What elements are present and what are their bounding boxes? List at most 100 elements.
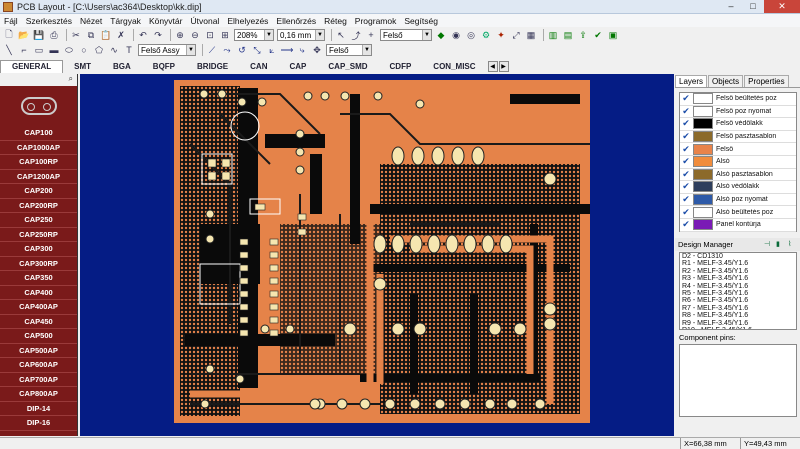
component-item[interactable]: CAP100RP: [0, 155, 77, 170]
undo-icon[interactable]: ↶: [137, 29, 149, 41]
layer-row[interactable]: ✔ Alsó pasztasablon: [680, 168, 796, 182]
design-manager-item[interactable]: R2 - MELF-3.45/Y1.6: [680, 268, 796, 275]
layer-color-swatch[interactable]: [693, 206, 713, 218]
tab-can[interactable]: CAN: [239, 62, 278, 71]
route-auto-icon[interactable]: ⤷: [296, 44, 308, 56]
design-manager-item[interactable]: R7 - MELF-3.45/Y1.6: [680, 305, 796, 312]
design-manager-item[interactable]: R1 - MELF-3.45/Y1.6: [680, 260, 796, 267]
component-item[interactable]: CAP1200AP: [0, 170, 77, 184]
layer-visibility-checkbox[interactable]: ✔: [680, 93, 692, 104]
design-manager-item[interactable]: R6 - MELF-3.45/Y1.6: [680, 297, 796, 304]
zoom-window-icon[interactable]: ⊡: [204, 29, 216, 41]
layer-row[interactable]: ✔ Alsó poz nyomat: [680, 194, 796, 207]
menu-objects[interactable]: Tárgyak: [106, 16, 145, 26]
component-item[interactable]: CAP400: [0, 286, 77, 300]
menu-file[interactable]: Fájl: [0, 16, 22, 26]
component-item[interactable]: CAP400AP: [0, 300, 77, 315]
layer-color-swatch[interactable]: [693, 156, 713, 168]
tab-con-misc[interactable]: CON_MISC: [422, 62, 486, 71]
move-icon[interactable]: ✥: [311, 44, 323, 56]
chart-icon[interactable]: ▥: [547, 29, 559, 41]
layer-visibility-checkbox[interactable]: ✔: [680, 106, 692, 117]
layer-row[interactable]: ✔ Alsó védőlakk: [680, 181, 796, 194]
zoom-out-icon[interactable]: ⊖: [189, 29, 201, 41]
component-item[interactable]: CAP300RP: [0, 257, 77, 271]
zoom-in-icon[interactable]: ⊕: [174, 29, 186, 41]
tab-smt[interactable]: SMT: [63, 62, 102, 71]
layer-visibility-checkbox[interactable]: ✔: [680, 207, 692, 218]
layer-row[interactable]: ✔ Felső: [680, 143, 796, 156]
export-icon[interactable]: ⇪: [577, 29, 589, 41]
layer-visibility-checkbox[interactable]: ✔: [680, 131, 692, 142]
layer-visibility-checkbox[interactable]: ✔: [680, 181, 692, 192]
layer-visibility-checkbox[interactable]: ✔: [680, 156, 692, 167]
layer-row[interactable]: ✔ Alsó: [680, 156, 796, 169]
ellipse-icon[interactable]: ⬭: [63, 44, 75, 56]
layer-row[interactable]: ✔ Felső védőlakk: [680, 118, 796, 131]
minimize-button[interactable]: –: [720, 0, 742, 13]
text-icon[interactable]: T: [123, 44, 135, 56]
component-item[interactable]: CAP800AP: [0, 387, 77, 402]
component-item[interactable]: DIP-16: [0, 416, 77, 431]
layer-visibility-checkbox[interactable]: ✔: [680, 144, 692, 155]
copy-icon[interactable]: ⧉: [85, 29, 97, 41]
tabs-scroll-left-icon[interactable]: ◀: [487, 60, 498, 72]
save-icon[interactable]: 💾: [33, 29, 45, 41]
layer-visibility-checkbox[interactable]: ✔: [680, 169, 692, 180]
design-manager-item[interactable]: R10 - MELF-3.45/Y1.6: [680, 327, 796, 329]
tab-bga[interactable]: BGA: [102, 62, 142, 71]
component-item[interactable]: CAP250: [0, 213, 77, 228]
component-item[interactable]: CAP350: [0, 271, 77, 286]
filled-rect-icon[interactable]: ▬: [48, 44, 60, 56]
component-item[interactable]: DIP-14: [0, 402, 77, 416]
route-straight-icon[interactable]: ⟶: [281, 44, 294, 56]
tab-cap[interactable]: CAP: [279, 62, 318, 71]
menu-check[interactable]: Ellenőrzés: [272, 16, 320, 26]
binoculars-icon[interactable]: ⌕: [69, 74, 73, 86]
component-item[interactable]: CAP200: [0, 184, 77, 199]
add-icon[interactable]: +: [365, 29, 377, 41]
design-manager-item[interactable]: R9 - MELF-3.45/Y1.6: [680, 320, 796, 327]
layer-color-swatch[interactable]: [693, 181, 713, 193]
component-item[interactable]: CAP450: [0, 315, 77, 329]
redo-icon[interactable]: ↷: [152, 29, 164, 41]
open-folder-icon[interactable]: 📂: [18, 29, 30, 41]
menu-help[interactable]: Segítség: [400, 16, 442, 26]
line-icon[interactable]: ╲: [3, 44, 15, 56]
grid-icon[interactable]: ▦: [525, 29, 537, 41]
menu-view[interactable]: Nézet: [76, 16, 106, 26]
layer-visibility-checkbox[interactable]: ✔: [680, 219, 692, 230]
zoom-select[interactable]: 208% ▼: [234, 29, 274, 41]
tab-general[interactable]: GENERAL: [0, 59, 64, 73]
layer-color-swatch[interactable]: [693, 118, 713, 130]
menu-programs[interactable]: Programok: [351, 16, 401, 26]
track-width-select[interactable]: 0,16 mm ▼: [277, 29, 325, 41]
ratsnest-icon[interactable]: ⤢: [510, 29, 522, 41]
route-arc-icon[interactable]: ↺: [236, 44, 248, 56]
maximize-button[interactable]: □: [742, 0, 764, 13]
design-manager-item[interactable]: R8 - MELF-3.45/Y1.6: [680, 312, 796, 319]
component-item[interactable]: CAP500AP: [0, 344, 77, 358]
tab-bqfp[interactable]: BQFP: [142, 62, 186, 71]
circle-icon[interactable]: ○: [78, 44, 90, 56]
route-layer-select[interactable]: Felső ▼: [326, 44, 372, 56]
route-bend-icon[interactable]: ⤳: [221, 44, 233, 56]
check-icon[interactable]: ✔: [592, 29, 604, 41]
layer-row[interactable]: ✔ Panel kontúrja: [680, 219, 796, 232]
new-file-icon[interactable]: 🗋: [3, 29, 15, 41]
via-icon[interactable]: ◉: [450, 29, 462, 41]
menu-library[interactable]: Könyvtár: [145, 16, 187, 26]
active-layer-select[interactable]: Felső ▼: [380, 29, 432, 41]
tabs-scroll-right-icon[interactable]: ▶: [498, 60, 509, 72]
tab-properties[interactable]: Properties: [744, 75, 789, 87]
rectangle-icon[interactable]: ▭: [33, 44, 45, 56]
layer-row[interactable]: ✔ Felső poz nyomat: [680, 105, 796, 119]
hole-icon[interactable]: ◎: [465, 29, 477, 41]
layer-color-swatch[interactable]: [693, 143, 713, 155]
net-icon[interactable]: ⌇: [788, 240, 797, 249]
component-item[interactable]: CAP500: [0, 329, 77, 344]
route-track-icon[interactable]: ⟋: [206, 44, 218, 56]
gerber-icon[interactable]: ▣: [607, 29, 619, 41]
paste-icon[interactable]: 📋: [100, 29, 112, 41]
pad-icon[interactable]: ◆: [435, 29, 447, 41]
